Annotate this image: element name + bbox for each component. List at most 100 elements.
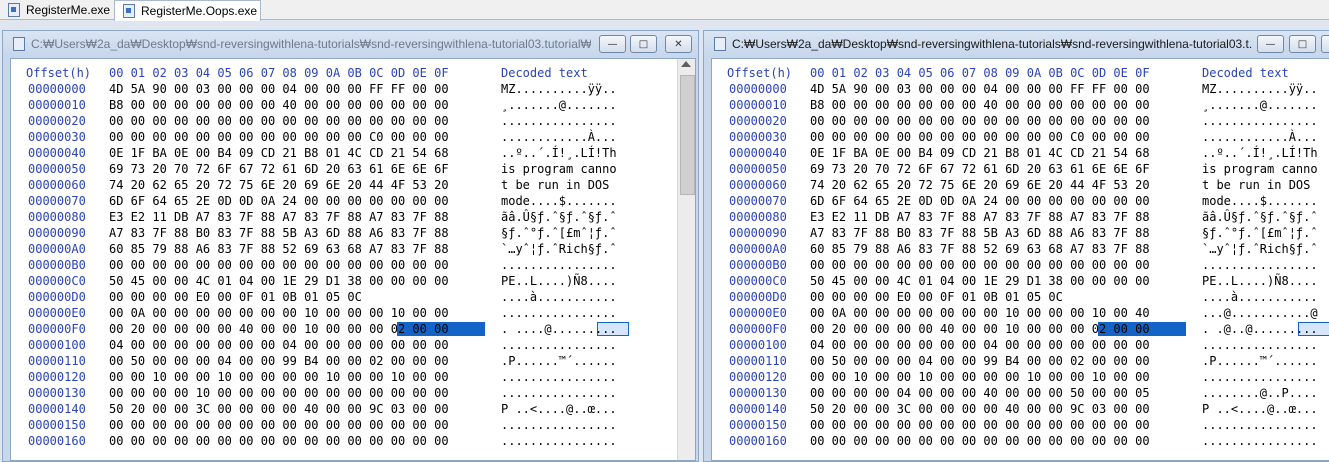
row-hex-bytes[interactable]: 00 00 00 00 10 00 00 00 00 00 00 00 00 0… — [109, 386, 449, 400]
row-hex-bytes[interactable]: A7 83 7F 88 B0 83 7F 88 5B A3 6D 88 A6 8… — [109, 226, 449, 240]
row-hex-bytes[interactable]: 00 00 10 00 00 10 00 00 00 00 10 00 00 1… — [109, 370, 449, 384]
row-hex-bytes[interactable]: 00 0A 00 00 00 00 00 00 00 10 00 00 00 1… — [810, 306, 1150, 320]
row-hex-bytes[interactable]: 00 00 10 00 00 10 00 00 00 00 10 00 00 1… — [810, 370, 1150, 384]
row-hex-bytes[interactable]: B8 00 00 00 00 00 00 00 40 00 00 00 00 0… — [109, 98, 449, 112]
row-decoded-text[interactable]: .P......™´...... — [501, 354, 617, 368]
selected-bytes[interactable]: 00 04 00 00 — [369, 290, 448, 304]
row-hex-bytes[interactable]: 69 73 20 70 72 6F 67 72 61 6D 20 63 61 6… — [810, 162, 1150, 176]
minimize-button[interactable]: — — [599, 35, 626, 53]
row-decoded-text[interactable]: ............À... — [501, 130, 617, 144]
row-decoded-text[interactable]: ................ — [501, 370, 617, 384]
row-decoded-text[interactable]: P ..<....@..œ... — [1202, 402, 1318, 416]
row-decoded-text[interactable]: . ....@......... — [501, 322, 617, 336]
row-hex-bytes[interactable]: 50 45 00 00 4C 01 04 00 1E 29 D1 38 00 0… — [109, 274, 449, 288]
row-decoded-text[interactable]: t be run in DOS — [501, 178, 617, 192]
row-decoded-text[interactable]: PE..L....)Ñ8.... — [1202, 274, 1318, 288]
maximize-button[interactable]: □ — [1289, 35, 1316, 53]
row-decoded-text[interactable]: ................ — [501, 258, 617, 272]
row-decoded-text[interactable]: ................ — [1202, 370, 1318, 384]
row-decoded-text[interactable]: is program canno — [1202, 162, 1318, 176]
row-decoded-text[interactable]: .P......™´...... — [1202, 354, 1318, 368]
row-hex-bytes[interactable]: 00 00 00 00 00 00 00 00 00 00 00 00 C0 0… — [109, 130, 449, 144]
hex-view-panel[interactable]: Offset(h) 00 01 02 03 04 05 06 07 08 09 … — [711, 58, 1329, 461]
row-decoded-text[interactable]: ...@...........@ — [1202, 306, 1318, 320]
row-hex-bytes[interactable]: 04 00 00 00 00 00 00 00 04 00 00 00 00 0… — [109, 338, 449, 352]
row-hex-bytes[interactable]: 0E 1F BA 0E 00 B4 09 CD 21 B8 01 4C CD 2… — [109, 146, 449, 160]
row-hex-bytes[interactable]: 6D 6F 64 65 2E 0D 0D 0A 24 00 00 00 00 0… — [109, 194, 449, 208]
row-hex-bytes[interactable]: 50 20 00 00 3C 00 00 00 00 40 00 00 9C 0… — [109, 402, 449, 416]
row-decoded-text[interactable]: ....à........... — [501, 290, 617, 304]
row-hex-bytes[interactable]: 50 20 00 00 3C 00 00 00 00 40 00 00 9C 0… — [810, 402, 1150, 416]
vertical-scrollbar[interactable] — [677, 59, 695, 460]
row-hex-bytes[interactable]: 00 50 00 00 00 04 00 00 99 B4 00 00 02 0… — [109, 354, 449, 368]
row-hex-bytes[interactable]: 00 0A 00 00 00 00 00 00 00 10 00 00 00 1… — [109, 306, 449, 320]
row-decoded-text[interactable]: ................ — [1202, 418, 1318, 432]
row-decoded-text[interactable]: ................ — [501, 306, 617, 320]
row-decoded-text[interactable]: P ..<....@..œ... — [501, 402, 617, 416]
row-decoded-text[interactable]: ........@..P.... — [1202, 386, 1318, 400]
row-decoded-text[interactable]: §ƒ.ˆ°ƒ.ˆ[£mˆ¦ƒ.ˆ — [1202, 226, 1318, 240]
row-hex-bytes[interactable]: 60 85 79 88 A6 83 7F 88 52 69 63 68 A7 8… — [109, 242, 449, 256]
row-hex-bytes[interactable]: 0E 1F BA 0E 00 B4 09 CD 21 B8 01 4C CD 2… — [810, 146, 1150, 160]
row-hex-bytes[interactable]: 00 00 00 00 00 00 00 00 00 00 00 00 00 0… — [810, 418, 1150, 432]
row-decoded-text[interactable]: §ƒ.ˆ°ƒ.ˆ[£mˆ¦ƒ.ˆ — [501, 226, 617, 240]
row-hex-bytes[interactable]: 00 00 00 00 00 00 00 00 00 00 00 00 00 0… — [109, 418, 449, 432]
row-hex-bytes[interactable]: 00 20 00 00 00 00 40 00 00 10 00 00 00 0… — [810, 322, 1150, 336]
scroll-thumb[interactable] — [680, 75, 695, 195]
row-decoded-text[interactable]: ãâ.Û§ƒ.ˆ§ƒ.ˆ§ƒ.ˆ — [501, 210, 617, 224]
row-decoded-text[interactable]: ................ — [1202, 434, 1318, 448]
row-decoded-text[interactable]: ..º..´.Í!¸.LÍ!Th — [1202, 146, 1318, 160]
row-decoded-text[interactable]: PE..L....)Ñ8.... — [501, 274, 617, 288]
row-decoded-text[interactable]: mode....$....... — [1202, 194, 1318, 208]
row-hex-bytes[interactable]: 50 45 00 00 4C 01 04 00 1E 29 D1 38 00 0… — [810, 274, 1150, 288]
maximize-button[interactable]: □ — [630, 35, 657, 53]
row-hex-bytes[interactable]: 00 00 00 00 04 00 00 00 40 00 00 00 50 0… — [810, 386, 1150, 400]
row-hex-bytes[interactable]: 00 00 00 00 00 00 00 00 00 00 00 00 00 0… — [109, 434, 449, 448]
row-decoded-text[interactable]: `…yˆ¦ƒ.ˆRich§ƒ.ˆ — [501, 242, 617, 256]
row-hex-bytes[interactable]: B8 00 00 00 00 00 00 00 40 00 00 00 00 0… — [810, 98, 1150, 112]
row-hex-bytes[interactable]: 00 00 00 00 00 00 00 00 00 00 00 00 C0 0… — [810, 130, 1150, 144]
row-decoded-text[interactable]: ¸.......@....... — [501, 98, 617, 112]
row-hex-bytes[interactable]: 00 00 00 00 E0 00 0F 01 0B 01 05 0C 00 0… — [810, 290, 1150, 304]
close-button[interactable]: ✕ — [665, 35, 692, 53]
row-hex-bytes[interactable]: 00 00 00 00 00 00 00 00 00 00 00 00 00 0… — [810, 114, 1150, 128]
row-hex-bytes[interactable]: 6D 6F 64 65 2E 0D 0D 0A 24 00 00 00 00 0… — [810, 194, 1150, 208]
row-hex-bytes[interactable]: 4D 5A 90 00 03 00 00 00 04 00 00 00 FF F… — [109, 82, 449, 96]
row-decoded-text[interactable]: ¸.......@....... — [1202, 98, 1318, 112]
row-hex-bytes[interactable]: 69 73 20 70 72 6F 67 72 61 6D 20 63 61 6… — [109, 162, 449, 176]
row-decoded-text[interactable]: ................ — [1202, 258, 1318, 272]
row-hex-bytes[interactable]: A7 83 7F 88 B0 83 7F 88 5B A3 6D 88 A6 8… — [810, 226, 1150, 240]
row-hex-bytes[interactable]: E3 E2 11 DB A7 83 7F 88 A7 83 7F 88 A7 8… — [109, 210, 449, 224]
row-hex-bytes[interactable]: E3 E2 11 DB A7 83 7F 88 A7 83 7F 88 A7 8… — [810, 210, 1150, 224]
window-titlebar[interactable]: C:₩Users₩2a_da₩Desktop₩snd-reversingwith… — [704, 31, 1329, 57]
row-decoded-text[interactable]: MZ..........ÿÿ.. — [1202, 82, 1318, 96]
row-decoded-text[interactable]: mode....$....... — [501, 194, 617, 208]
selected-bytes[interactable]: 00 04 00 00 — [1070, 290, 1149, 304]
row-hex-bytes[interactable]: 00 50 00 00 00 04 00 00 99 B4 00 00 02 0… — [810, 354, 1150, 368]
close-button[interactable]: ✕ — [1321, 35, 1329, 53]
row-decoded-text[interactable]: . .@..@......... — [1202, 322, 1318, 336]
row-decoded-text[interactable]: ................ — [1202, 338, 1318, 352]
row-decoded-text[interactable]: ................ — [501, 338, 617, 352]
row-hex-bytes[interactable]: 00 00 00 00 00 00 00 00 00 00 00 00 00 0… — [810, 434, 1150, 448]
row-hex-bytes[interactable]: 4D 5A 90 00 03 00 00 00 04 00 00 00 FF F… — [810, 82, 1150, 96]
row-decoded-text[interactable]: ãâ.Û§ƒ.ˆ§ƒ.ˆ§ƒ.ˆ — [1202, 210, 1318, 224]
scroll-up-icon[interactable] — [681, 61, 691, 67]
row-hex-bytes[interactable]: 00 00 00 00 00 00 00 00 00 00 00 00 00 0… — [109, 258, 449, 272]
row-hex-bytes[interactable]: 00 00 00 00 00 00 00 00 00 00 00 00 00 0… — [109, 114, 449, 128]
tab-registerme-oops[interactable]: RegisterMe.Oops.exe — [114, 0, 261, 21]
row-hex-bytes[interactable]: 04 00 00 00 00 00 00 00 04 00 00 00 00 0… — [810, 338, 1150, 352]
hex-view-panel[interactable]: Offset(h) 00 01 02 03 04 05 06 07 08 09 … — [10, 58, 696, 461]
row-hex-bytes[interactable]: 00 00 00 00 E0 00 0F 01 0B 01 05 0C 00 0… — [109, 290, 449, 304]
minimize-button[interactable]: — — [1257, 35, 1284, 53]
tab-registerme[interactable]: RegisterMe.exe — [0, 0, 113, 19]
row-decoded-text[interactable]: `…yˆ¦ƒ.ˆRich§ƒ.ˆ — [1202, 242, 1318, 256]
row-decoded-text[interactable]: is program canno — [501, 162, 617, 176]
row-decoded-text[interactable]: ................ — [501, 418, 617, 432]
window-titlebar[interactable]: C:₩Users₩2a_da₩Desktop₩snd-reversingwith… — [3, 31, 698, 57]
row-hex-bytes[interactable]: 00 20 00 00 00 00 40 00 00 10 00 00 00 0… — [109, 322, 449, 336]
row-decoded-text[interactable]: ..º..´.Í!¸.LÍ!Th — [501, 146, 617, 160]
row-hex-bytes[interactable]: 74 20 62 65 20 72 75 6E 20 69 6E 20 44 4… — [109, 178, 449, 192]
row-decoded-text[interactable]: MZ..........ÿÿ.. — [501, 82, 617, 96]
row-decoded-text[interactable]: ................ — [501, 114, 617, 128]
